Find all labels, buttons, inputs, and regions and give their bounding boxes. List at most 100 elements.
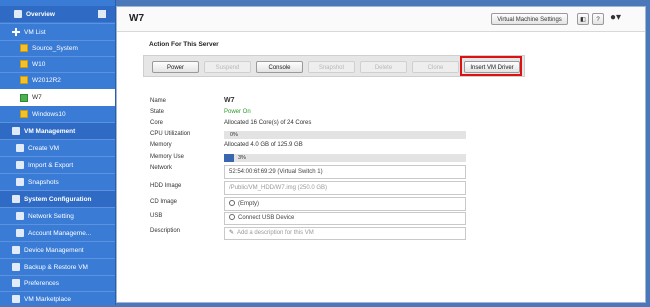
- sidebar-item-overview[interactable]: Overview: [0, 6, 115, 22]
- cpu-utilization-bar: 0%: [224, 131, 466, 139]
- network-icon: [16, 212, 24, 220]
- vm-running-icon: [20, 93, 28, 102]
- description-placeholder: Add a description for this VM: [237, 230, 314, 236]
- preferences-icon: [12, 279, 20, 287]
- sidebar-item-w2012r2[interactable]: W2012R2: [0, 72, 115, 88]
- create-vm-icon: [16, 144, 24, 152]
- sidebar-item-label: Overview: [26, 10, 55, 18]
- sidebar-item-label: Create VM: [28, 144, 60, 152]
- sidebar-item-label: VM List: [24, 28, 46, 36]
- sidebar-item-label: VM Marketplace: [24, 295, 71, 303]
- name-label: Name: [150, 98, 167, 104]
- usb-icon: [229, 214, 235, 221]
- cd-icon: [229, 200, 235, 207]
- memory-use-bar: 3%: [224, 154, 466, 162]
- sidebar-item-preferences[interactable]: Preferences: [0, 275, 115, 291]
- sidebar-item-label: W7: [32, 94, 42, 101]
- sidebar-item-label: Windows10: [32, 110, 66, 118]
- sidebar: Overview VM List Source_System W10 W2012…: [0, 0, 116, 305]
- cd-label: CD Image: [150, 199, 178, 205]
- system-configuration-icon: [12, 195, 20, 203]
- sidebar-item-label: W2012R2: [32, 76, 61, 84]
- network-field[interactable]: 52:54:00:6f:69:29 (Virtual Switch 1): [224, 165, 466, 179]
- sidebar-item-windows10[interactable]: Windows10: [0, 106, 115, 122]
- sidebar-item-backup-restore[interactable]: Backup & Restore VM: [0, 259, 115, 275]
- state-label: State: [150, 109, 165, 115]
- help-icon[interactable]: ?: [592, 13, 604, 25]
- cpu-utilization-text: 0%: [230, 132, 238, 138]
- suspend-button[interactable]: Suspend: [204, 61, 251, 73]
- delete-button[interactable]: Delete: [360, 61, 407, 73]
- name-value: W7: [224, 97, 235, 104]
- usb-field[interactable]: Connect USB Device: [224, 212, 466, 225]
- sidebar-item-label: Account Manageme...: [28, 229, 92, 237]
- backup-icon: [12, 263, 20, 271]
- sidebar-section-vm-management[interactable]: VM Management: [0, 123, 115, 139]
- vm-stopped-icon: [20, 60, 28, 68]
- hdd-label: HDD Image: [150, 183, 182, 189]
- memory-use-label: Memory Use: [150, 154, 185, 160]
- sidebar-item-label: Import & Export: [28, 161, 74, 169]
- marketplace-icon: [12, 295, 20, 303]
- network-label: Network: [150, 165, 173, 171]
- overview-icon: [14, 10, 22, 18]
- collapse-sidebar-icon[interactable]: [98, 10, 106, 18]
- section-title: Action For This Server: [149, 41, 219, 48]
- vm-settings-button[interactable]: Virtual Machine Settings: [491, 13, 568, 25]
- console-button[interactable]: Console: [256, 61, 303, 73]
- main-panel: W7 Virtual Machine Settings ◧ ? ●▾ Actio…: [116, 6, 646, 303]
- user-menu-icon[interactable]: ●▾: [610, 12, 621, 23]
- sidebar-item-label: Preferences: [24, 279, 60, 287]
- sidebar-item-label: Network Setting: [28, 212, 74, 220]
- sidebar-item-device-management[interactable]: Device Management: [0, 242, 115, 258]
- vm-stopped-icon: [20, 76, 28, 84]
- core-value: Allocated 16 Core(s) of 24 Cores: [224, 120, 312, 126]
- usb-label: USB: [150, 213, 163, 219]
- sidebar-item-label: System Configuration: [24, 195, 92, 203]
- sidebar-item-source-system[interactable]: Source_System: [0, 40, 115, 56]
- vm-stopped-icon: [20, 110, 28, 118]
- import-export-icon: [16, 161, 24, 169]
- edit-icon: ✎: [229, 230, 235, 236]
- vm-stopped-icon: [20, 44, 28, 52]
- account-icon: [16, 229, 24, 237]
- memory-value: Allocated 4.0 GB of 125.9 GB: [224, 142, 303, 148]
- sidebar-item-import-export[interactable]: Import & Export: [0, 157, 115, 173]
- sidebar-item-create-vm[interactable]: Create VM: [0, 140, 115, 156]
- hdd-image-field[interactable]: /Public/VM_HDD/W7.img (250.0 GB): [224, 181, 466, 195]
- clone-button[interactable]: Clone: [412, 61, 459, 73]
- sidebar-item-vm-list[interactable]: VM List: [0, 24, 115, 40]
- power-button[interactable]: Power: [152, 61, 199, 73]
- keyboard-icon[interactable]: ◧: [577, 13, 589, 25]
- memory-use-fill: [224, 154, 234, 162]
- snapshot-button[interactable]: Snapshot: [308, 61, 355, 73]
- sidebar-item-label: Snapshots: [28, 178, 59, 186]
- description-label: Description: [150, 228, 181, 234]
- description-field[interactable]: ✎ Add a description for this VM: [224, 227, 466, 240]
- sidebar-item-label: W10: [32, 60, 46, 68]
- sidebar-item-label: Source_System: [32, 44, 78, 52]
- sidebar-item-label: Backup & Restore VM: [24, 263, 88, 271]
- vm-management-icon: [12, 127, 20, 135]
- device-icon: [12, 246, 20, 254]
- sidebar-item-snapshots[interactable]: Snapshots: [0, 174, 115, 190]
- plus-icon: [12, 28, 20, 36]
- cd-image-value: (Empty): [238, 201, 259, 207]
- highlight-box: [460, 56, 522, 76]
- snapshots-icon: [16, 178, 24, 186]
- usb-value: Connect USB Device: [238, 215, 295, 221]
- page-title: W7: [129, 13, 144, 24]
- sidebar-item-w10[interactable]: W10: [0, 56, 115, 72]
- header-bar: W7 Virtual Machine Settings ◧ ? ●▾: [117, 7, 645, 32]
- sidebar-item-label: Device Management: [24, 246, 84, 254]
- sidebar-section-system-configuration[interactable]: System Configuration: [0, 191, 115, 207]
- cd-image-field[interactable]: (Empty): [224, 197, 466, 211]
- memory-use-text: 3%: [238, 155, 246, 161]
- sidebar-item-network-setting[interactable]: Network Setting: [0, 208, 115, 224]
- state-value: Power On: [224, 109, 251, 115]
- core-label: Core: [150, 120, 164, 126]
- sidebar-item-w7[interactable]: W7: [0, 89, 115, 106]
- memory-label: Memory: [150, 142, 172, 148]
- cpu-label: CPU Utilization: [150, 131, 191, 137]
- sidebar-item-account-management[interactable]: Account Manageme...: [0, 225, 115, 241]
